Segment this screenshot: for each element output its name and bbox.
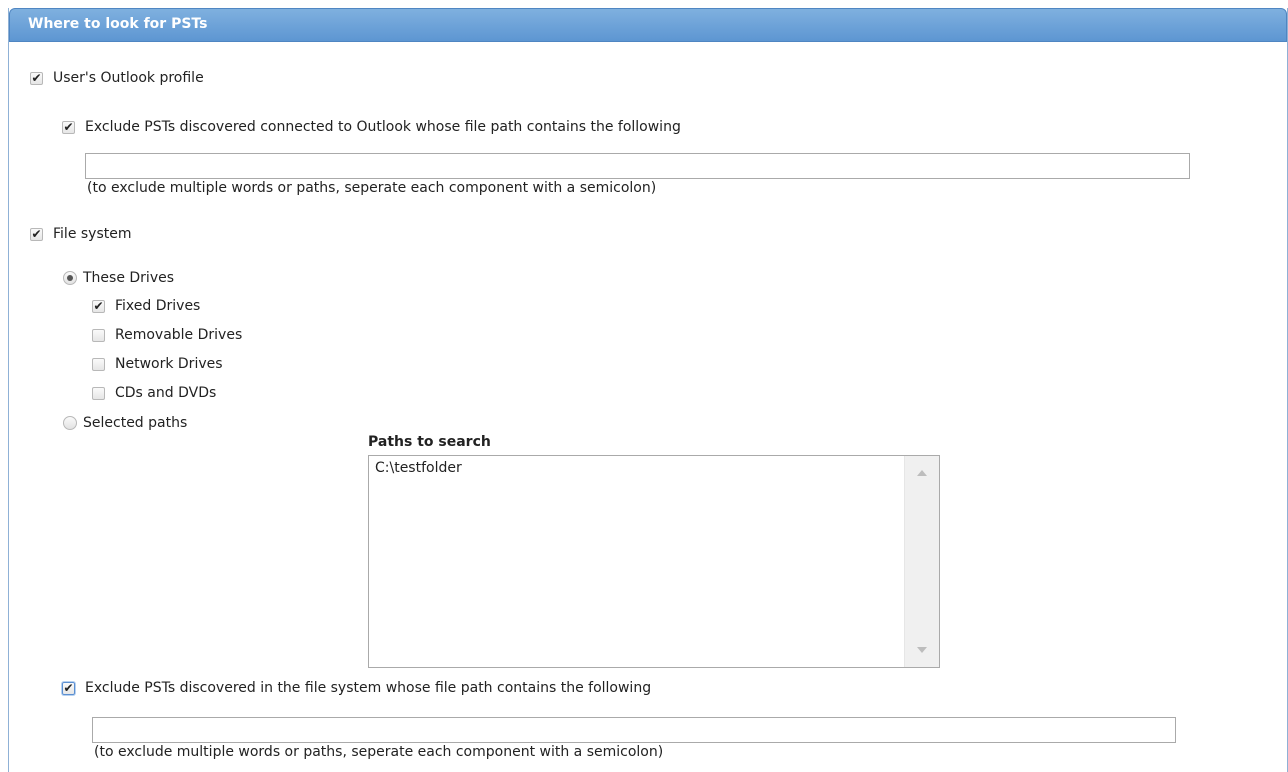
panel-header: Where to look for PSTs bbox=[9, 8, 1287, 42]
fs-exclude-input[interactable] bbox=[92, 717, 1176, 743]
file-system-checkbox[interactable]: ✔ bbox=[30, 227, 43, 241]
file-system-row: ✔ File system bbox=[30, 226, 132, 242]
check-icon: ✔ bbox=[63, 681, 74, 695]
drive-network-checkbox[interactable] bbox=[92, 357, 105, 371]
outlook-exclude-input[interactable] bbox=[85, 153, 1190, 179]
these-drives-radio[interactable] bbox=[63, 271, 77, 285]
outlook-profile-row: ✔ User's Outlook profile bbox=[30, 70, 204, 86]
listbox-scrollbar[interactable] bbox=[904, 456, 939, 667]
drive-fixed-row: ✔ Fixed Drives bbox=[92, 298, 200, 314]
drive-removable-checkbox[interactable] bbox=[92, 328, 105, 342]
scroll-up-icon[interactable] bbox=[917, 470, 927, 476]
check-icon: ✔ bbox=[31, 227, 42, 241]
scroll-down-icon[interactable] bbox=[917, 647, 927, 653]
outlook-exclude-hint: (to exclude multiple words or paths, sep… bbox=[87, 180, 657, 196]
drive-fixed-checkbox[interactable]: ✔ bbox=[92, 299, 105, 313]
these-drives-row: These Drives bbox=[63, 270, 174, 286]
drive-removable-row: Removable Drives bbox=[92, 327, 242, 343]
selected-paths-radio[interactable] bbox=[63, 416, 77, 430]
drive-cd-dvd-checkbox[interactable] bbox=[92, 386, 105, 400]
fs-exclude-hint: (to exclude multiple words or paths, sep… bbox=[94, 744, 664, 760]
outlook-exclude-row: ✔ Exclude PSTs discovered connected to O… bbox=[62, 119, 681, 135]
paths-to-search-label: Paths to search bbox=[368, 434, 491, 450]
drive-network-row: Network Drives bbox=[92, 356, 223, 372]
fs-exclude-label: Exclude PSTs discovered in the file syst… bbox=[85, 680, 652, 696]
drive-cd-dvd-label: CDs and DVDs bbox=[115, 385, 217, 401]
outlook-exclude-checkbox[interactable]: ✔ bbox=[62, 120, 75, 134]
check-icon: ✔ bbox=[93, 299, 104, 313]
these-drives-label: These Drives bbox=[83, 270, 175, 286]
paths-listbox[interactable]: C:\testfolder bbox=[368, 455, 940, 668]
file-system-label: File system bbox=[53, 226, 132, 242]
radio-dot-icon bbox=[67, 275, 73, 281]
selected-paths-label: Selected paths bbox=[83, 415, 188, 431]
drive-removable-label: Removable Drives bbox=[115, 327, 243, 343]
fs-exclude-checkbox[interactable]: ✔ bbox=[62, 681, 75, 695]
fs-exclude-row: ✔ Exclude PSTs discovered in the file sy… bbox=[62, 680, 651, 696]
path-item[interactable]: C:\testfolder bbox=[375, 460, 462, 476]
drive-network-label: Network Drives bbox=[115, 356, 223, 372]
drive-cd-dvd-row: CDs and DVDs bbox=[92, 385, 216, 401]
check-icon: ✔ bbox=[31, 71, 42, 85]
drive-fixed-label: Fixed Drives bbox=[115, 298, 201, 314]
outlook-profile-label: User's Outlook profile bbox=[53, 70, 204, 86]
outlook-exclude-label: Exclude PSTs discovered connected to Out… bbox=[85, 119, 681, 135]
outlook-profile-checkbox[interactable]: ✔ bbox=[30, 71, 43, 85]
panel-title: Where to look for PSTs bbox=[28, 16, 208, 32]
selected-paths-row: Selected paths bbox=[63, 415, 187, 431]
check-icon: ✔ bbox=[63, 120, 74, 134]
